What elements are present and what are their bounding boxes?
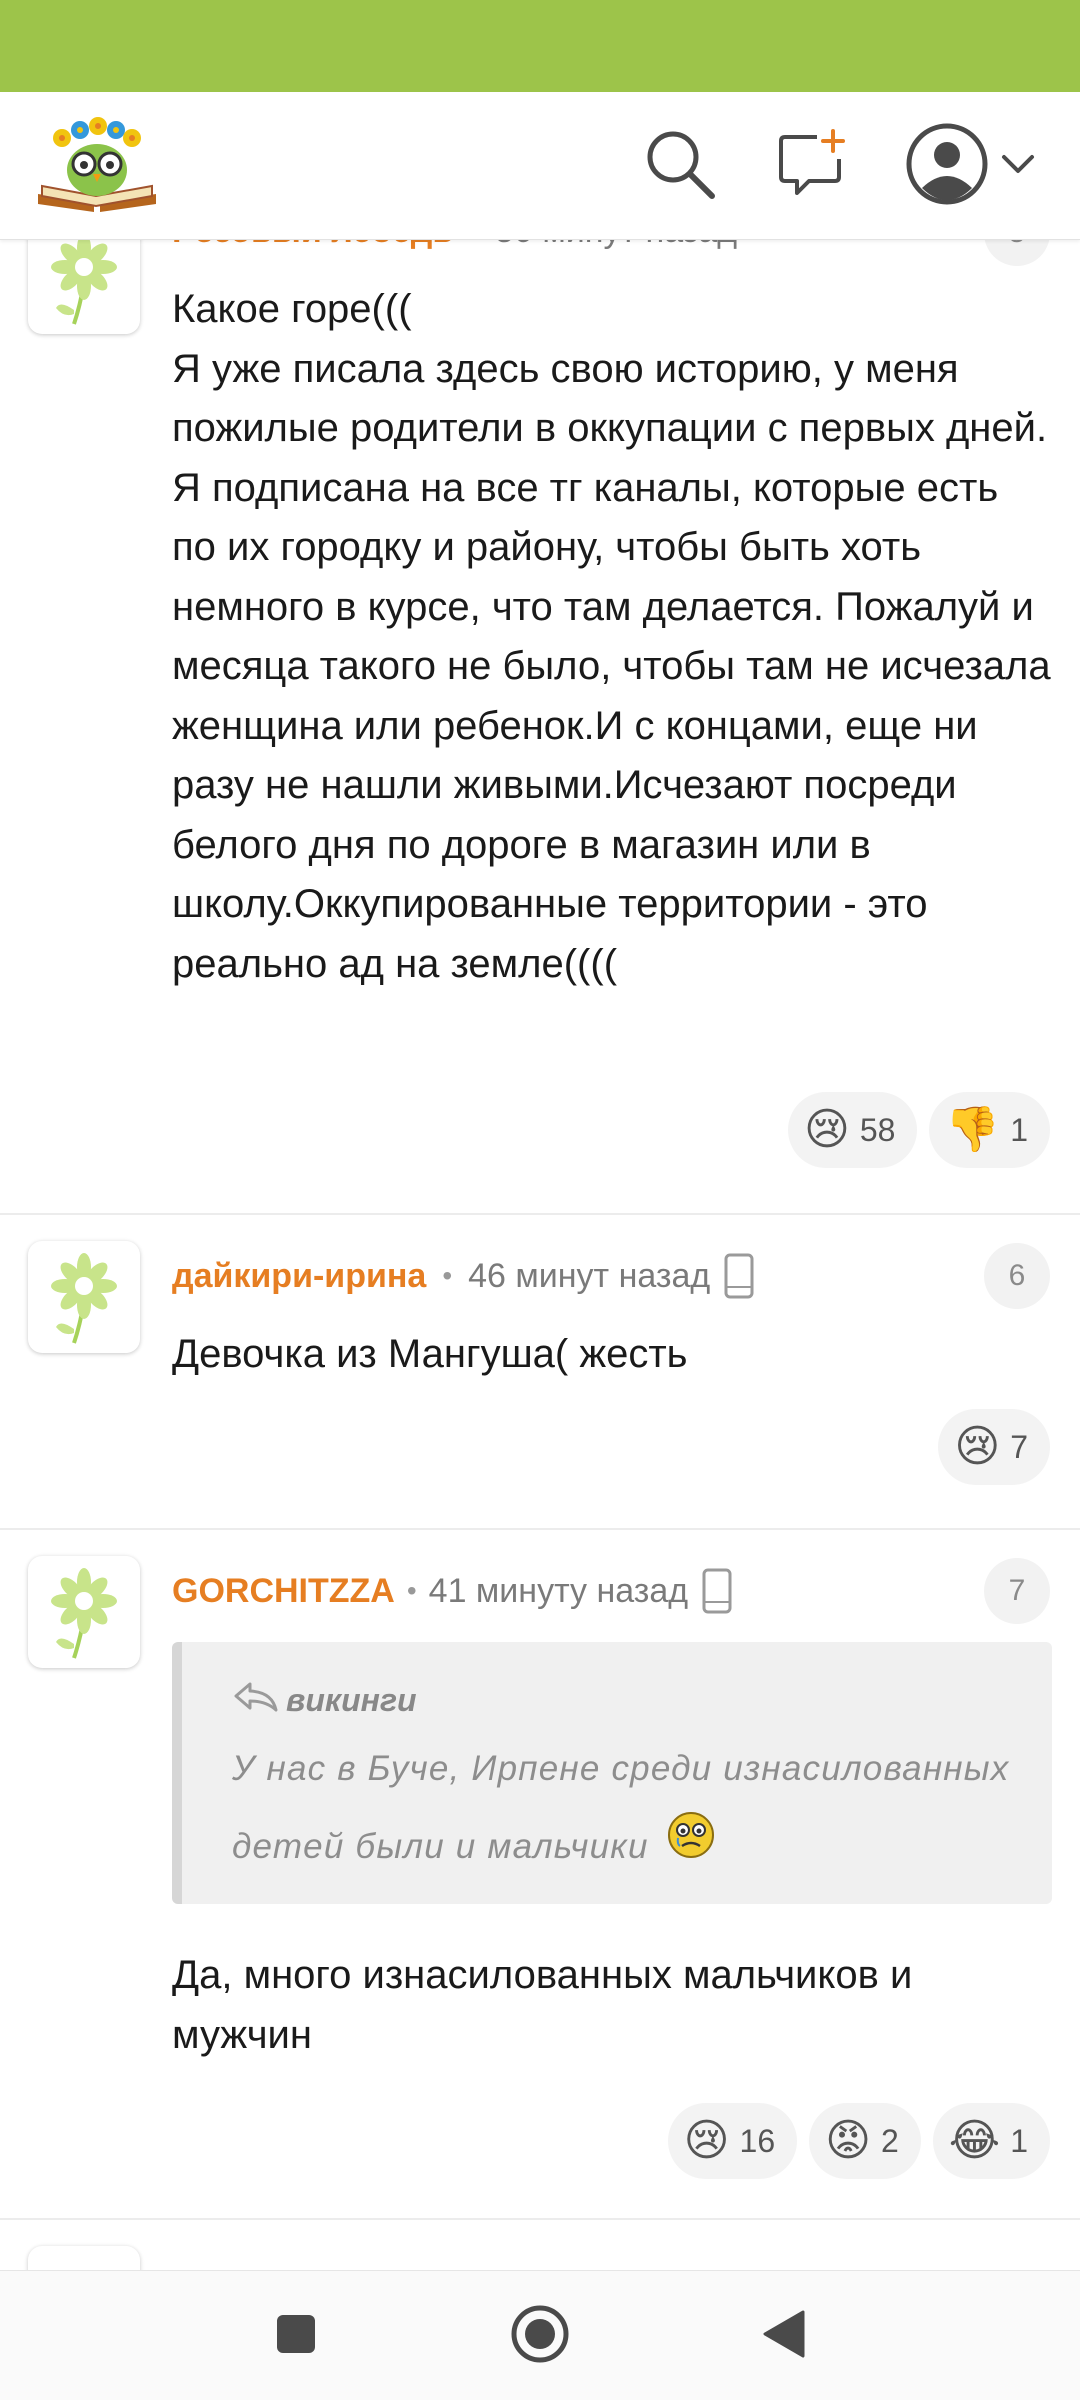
crying-face-icon: 😢 — [954, 1422, 1001, 1471]
avatar[interactable] — [28, 1556, 140, 1668]
back-button[interactable] — [744, 2299, 824, 2373]
system-nav-bar — [0, 2270, 1080, 2400]
reaction-count: 1 — [1010, 2122, 1028, 2159]
flower-avatar-icon — [51, 240, 117, 325]
reaction-count: 1 — [1010, 1111, 1028, 1148]
reaction-count: 7 — [1010, 1428, 1028, 1465]
comment-time: 50 минут назад — [495, 240, 737, 251]
back-icon — [759, 2308, 809, 2365]
comment-item — [0, 2220, 1080, 2270]
quote-text-content: У нас в Буче, Ирпене среди изнасилованны… — [232, 1749, 1010, 1866]
comment-author[interactable]: GORCHITZZA — [172, 1572, 395, 1611]
chevron-down-icon — [1001, 152, 1035, 181]
recents-button[interactable] — [256, 2299, 336, 2373]
compose-button[interactable] — [762, 116, 862, 216]
comment-time: 41 минуту назад — [428, 1571, 689, 1610]
avatar[interactable] — [28, 1241, 140, 1353]
reaction-button[interactable]: 😢 58 — [787, 1092, 918, 1168]
separator-dot: • — [442, 1260, 453, 1291]
comment-meta: Розовый лебедь • 50 минут назад — [172, 240, 737, 256]
comment-author[interactable]: Розовый лебедь — [172, 240, 453, 251]
comment-item: GORCHITZZA • 41 минуту назад 7 викинги У… — [0, 1530, 1080, 2220]
reactions-bar: 😢 16 😡 2 😂 1 — [667, 2103, 1050, 2179]
flower-avatar-icon — [51, 1253, 117, 1344]
comment-time: 46 минут назад — [468, 1256, 711, 1295]
reaction-button[interactable]: 😡 2 — [809, 2103, 921, 2179]
comment-item: дайкири-ирина • 46 минут назад 6 Девочка… — [0, 1215, 1080, 1530]
thumbs-down-icon: 👎 — [945, 1105, 1001, 1154]
comment-meta: GORCHITZZA • 41 минуту назад — [172, 1566, 732, 1616]
reactions-bar: 😢 7 — [938, 1409, 1050, 1485]
reaction-button[interactable]: 😢 16 — [667, 2103, 798, 2179]
app-header — [0, 92, 1080, 240]
comment-text: Девочка из Мангуша( жесть — [172, 1332, 688, 1376]
quote-author-name: викинги — [286, 1681, 417, 1718]
comment-author[interactable]: дайкири-ирина — [172, 1257, 426, 1296]
flower-avatar-icon — [51, 1568, 117, 1659]
recents-icon — [274, 2312, 318, 2361]
crying-face-icon: 😢 — [803, 1105, 850, 1154]
avatar[interactable] — [28, 240, 140, 334]
comment-number-badge: 5 — [984, 240, 1050, 266]
comment-item: Розовый лебедь • 50 минут назад 5 Какое … — [0, 240, 1080, 1215]
owl-book-logo[interactable] — [32, 108, 162, 218]
reaction-count: 2 — [880, 2122, 899, 2159]
reactions-bar: 😢 58 👎 1 — [787, 1092, 1050, 1168]
separator-dot: • — [406, 1575, 417, 1606]
reaction-button[interactable]: 😂 1 — [932, 2103, 1050, 2179]
quoted-comment[interactable]: викинги У нас в Буче, Ирпене среди изнас… — [172, 1642, 1052, 1904]
comments-feed[interactable]: Розовый лебедь • 50 минут назад 5 Какое … — [0, 240, 1080, 2270]
laughing-tears-icon: 😂 — [948, 2116, 1001, 2165]
reaction-count: 58 — [859, 1111, 896, 1148]
comment-meta: дайкири-ирина • 46 минут назад — [172, 1251, 754, 1301]
compose-icon — [775, 127, 849, 206]
home-button[interactable] — [500, 2299, 580, 2373]
crying-emoticon-icon — [666, 1810, 716, 1888]
comment-number-badge: 6 — [984, 1243, 1050, 1309]
quote-author: викинги — [232, 1680, 417, 1720]
profile-icon — [905, 122, 989, 211]
search-icon — [642, 126, 718, 207]
angry-face-icon: 😡 — [825, 2116, 871, 2165]
status-bar — [0, 0, 1080, 92]
reaction-count: 16 — [739, 2122, 776, 2159]
quote-text: У нас в Буче, Ирпене среди изнасилованны… — [232, 1730, 1032, 1888]
comment-text: Какое горе((( Я уже писала здесь свою ис… — [172, 287, 1051, 986]
comment-text: Да, много изнасилованных мальчиков и муж… — [172, 1953, 913, 2057]
avatar[interactable] — [28, 2246, 140, 2270]
reaction-button[interactable]: 😢 7 — [938, 1409, 1050, 1485]
reply-arrow-icon — [232, 1680, 278, 1720]
search-button[interactable] — [630, 116, 730, 216]
profile-menu-button[interactable] — [890, 116, 1050, 216]
mobile-device-icon — [724, 1253, 754, 1299]
home-icon — [509, 2303, 571, 2370]
mobile-device-icon — [702, 1568, 732, 1614]
crying-face-icon: 😢 — [683, 2116, 730, 2165]
comment-number-badge: 7 — [984, 1558, 1050, 1624]
separator-dot: • — [469, 240, 479, 247]
reaction-button[interactable]: 👎 1 — [929, 1092, 1050, 1168]
